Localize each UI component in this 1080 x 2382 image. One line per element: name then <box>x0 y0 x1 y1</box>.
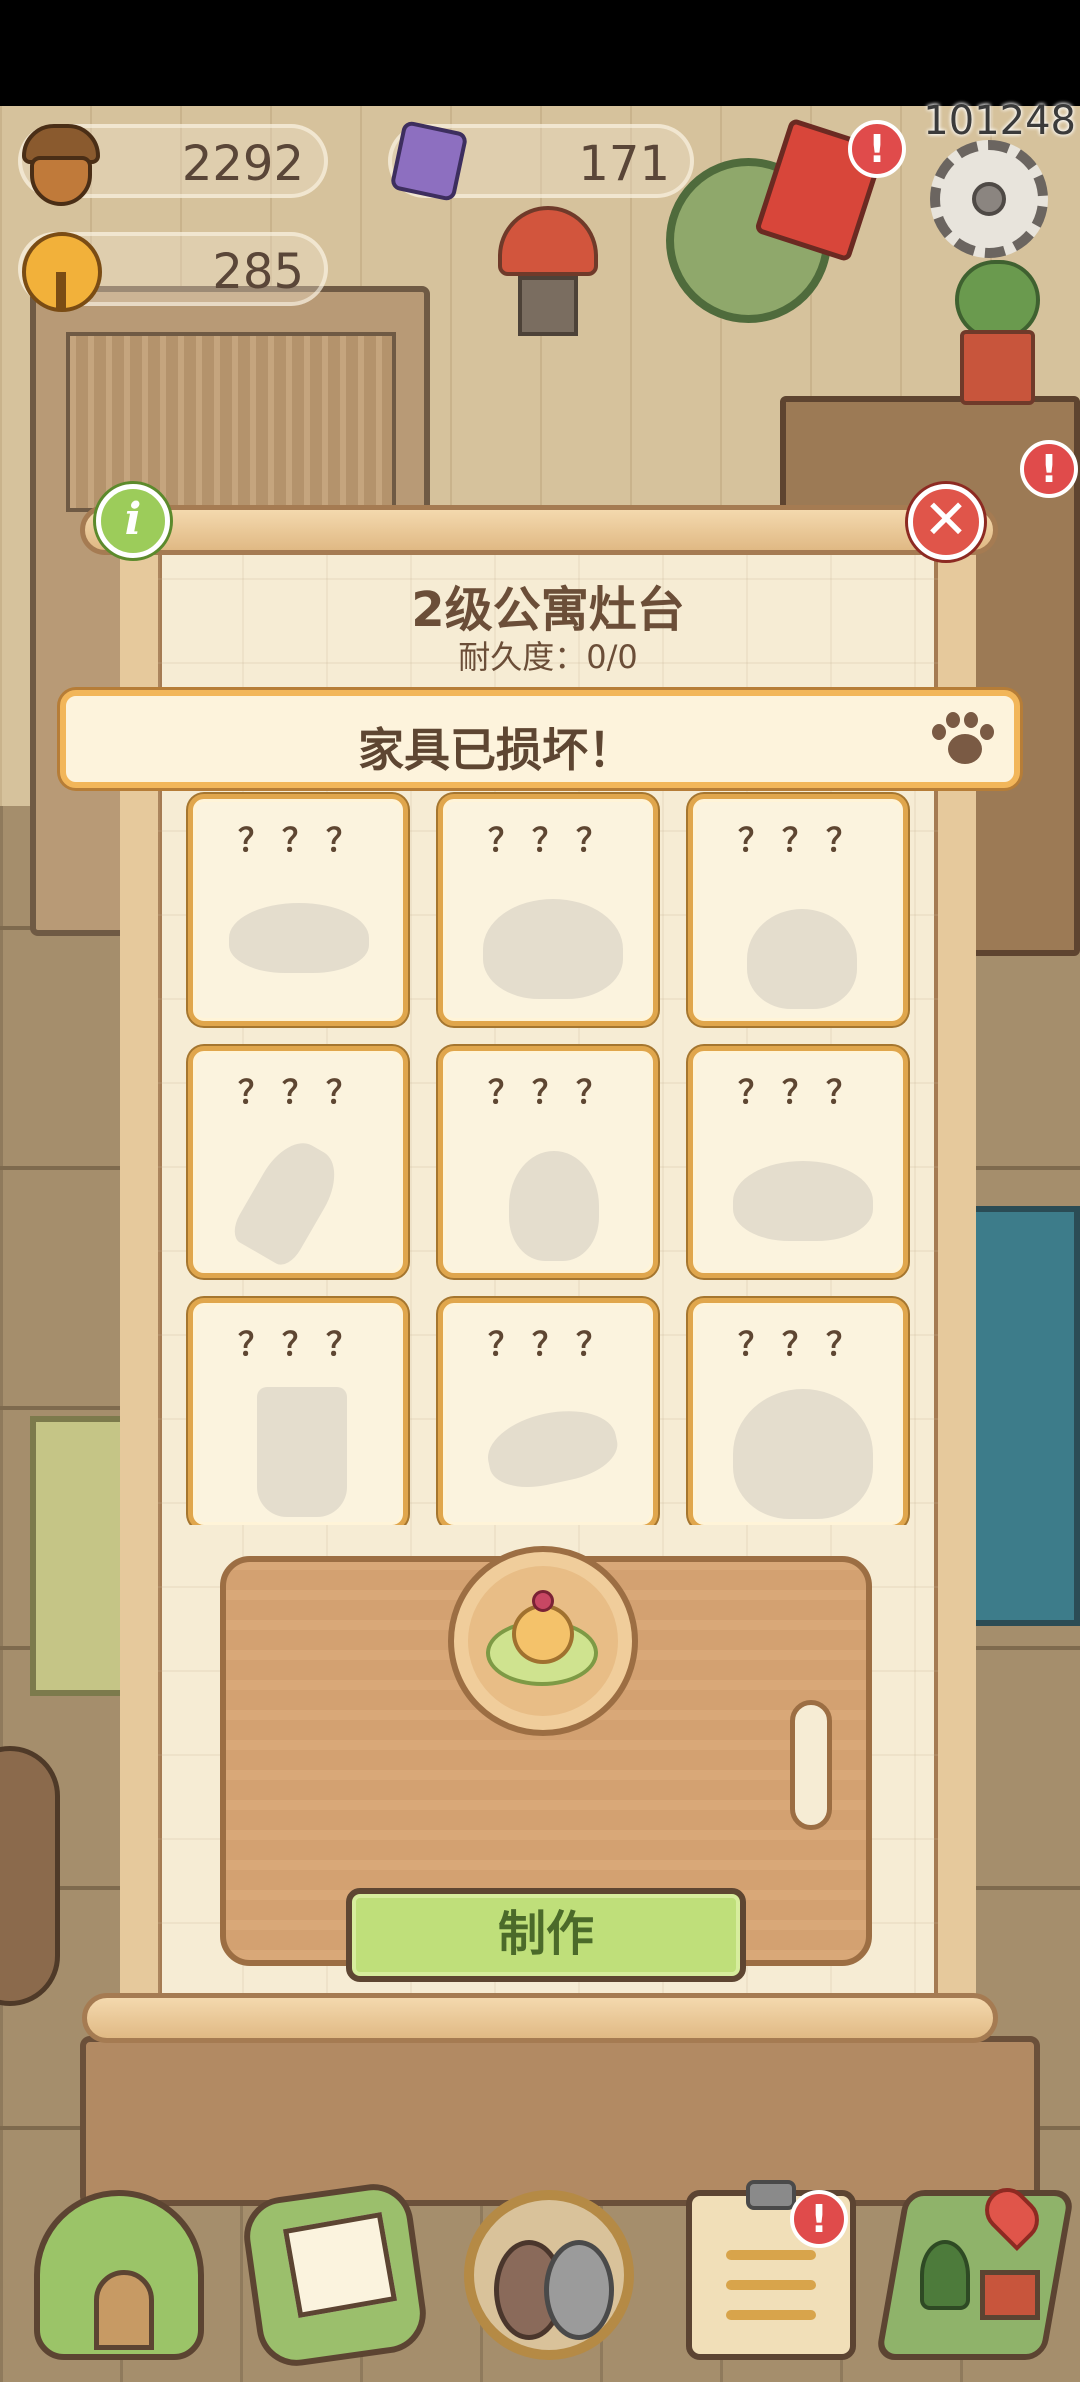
recipe-name: ？？？ <box>487 1325 620 1363</box>
paw-icon <box>930 710 994 770</box>
map-icon[interactable] <box>875 2178 1075 2370</box>
house-icon[interactable] <box>24 2180 214 2370</box>
cabinet-panel <box>66 332 396 512</box>
recipe-name: ？？？ <box>487 1073 620 1111</box>
info-icon[interactable]: i <box>96 484 170 558</box>
bell-count: 285 <box>212 244 304 300</box>
recipe-slot[interactable]: ？？？ <box>688 1046 908 1278</box>
recipe-slot[interactable]: ？？？ <box>438 1046 658 1278</box>
notification-badge: ! <box>1020 440 1078 498</box>
notification-badge: ! <box>790 2190 848 2248</box>
character-figure <box>0 1746 60 2006</box>
notification-badge: ! <box>848 120 906 178</box>
durability-label: 耐久度：0/0 <box>458 638 638 676</box>
plant-leaves <box>955 260 1040 340</box>
recipe-name: ？？？ <box>237 1325 370 1363</box>
gear-icon[interactable] <box>930 140 1048 258</box>
recipe-slot[interactable]: ？？？ <box>688 1298 908 1525</box>
furniture-title: 2级公寓灶台 <box>411 582 685 638</box>
recipe-name: ？？？ <box>237 1073 370 1111</box>
bell-icon <box>18 226 104 316</box>
close-icon[interactable]: ✕ <box>908 484 984 560</box>
recipe-name: ？？？ <box>487 821 620 859</box>
lamp-base <box>518 276 578 336</box>
recipe-grid: ？？？ ？？？ ？？？ ？？？ ？？？ ？？？ ？？？ ？？？ ？？？ <box>186 790 910 1525</box>
make-button[interactable]: 制作 <box>346 1888 746 1982</box>
scroll-roller-top <box>80 505 998 555</box>
blue-cabinet <box>960 1206 1080 1626</box>
gem-count: 171 <box>578 136 670 192</box>
recipe-slot[interactable]: ？？？ <box>438 1298 658 1525</box>
recipe-slot[interactable]: ？？？ <box>438 794 658 1026</box>
recipe-slot[interactable]: ？？？ <box>688 794 908 1026</box>
recipe-silhouette <box>509 1151 599 1261</box>
recipe-name: ？？？ <box>737 821 870 859</box>
recipe-slot[interactable]: ？？？ <box>188 794 408 1026</box>
scroll-roller-bottom <box>82 1993 998 2043</box>
recipe-slot[interactable]: ？？？ <box>188 1298 408 1525</box>
recipe-silhouette <box>483 899 623 999</box>
plant-pot <box>960 330 1035 405</box>
recipe-silhouette <box>747 909 857 1009</box>
recipe-name: ？？？ <box>737 1073 870 1111</box>
recipe-silhouette <box>733 1389 873 1519</box>
recipe-silhouette <box>227 1131 349 1271</box>
recipe-name: ？？？ <box>237 821 370 859</box>
recipe-slot[interactable]: ？？？ <box>188 1046 408 1278</box>
player-id: 101248 <box>923 98 1076 144</box>
lamp-shade <box>498 206 598 276</box>
acorn-icon <box>18 116 104 206</box>
board-handle <box>790 1700 832 1830</box>
mail-icon[interactable] <box>238 2178 432 2372</box>
recipe-silhouette <box>229 903 369 973</box>
hanging-lamp <box>488 206 608 336</box>
dumpling-dish-icon <box>486 1590 598 1690</box>
recipe-silhouette <box>481 1400 623 1496</box>
pets-icon[interactable] <box>454 2180 644 2370</box>
acorn-count: 2292 <box>181 136 304 192</box>
recipe-name: ？？？ <box>737 1325 870 1363</box>
recipe-silhouette <box>733 1161 873 1241</box>
banner-text: 家具已损坏！ <box>358 723 634 777</box>
broken-furniture-banner: 家具已损坏！ <box>60 690 1020 788</box>
gem-icon <box>388 119 470 203</box>
recipe-silhouette <box>257 1387 347 1517</box>
side-cabinet <box>30 1416 130 1696</box>
potted-plant <box>950 260 1045 410</box>
